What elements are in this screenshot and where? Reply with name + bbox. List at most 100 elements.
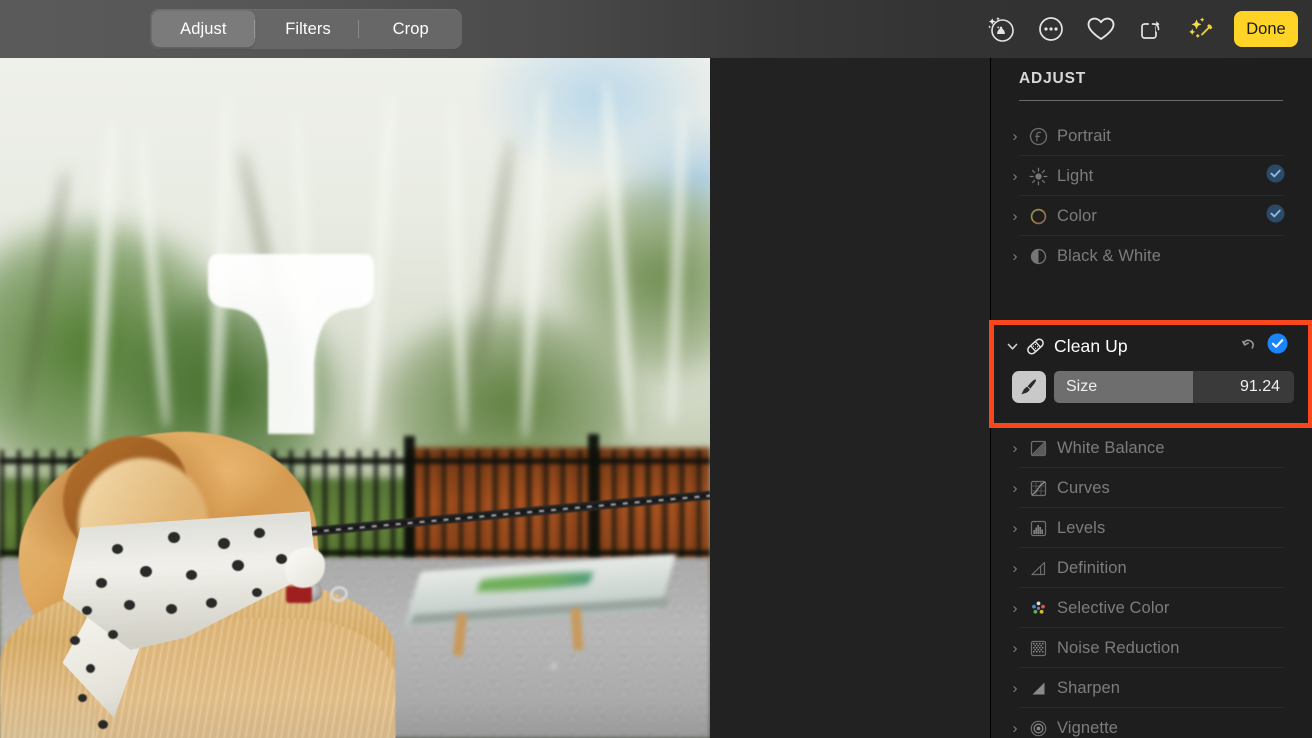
tab-crop-label: Crop <box>393 20 429 39</box>
bandana-dot <box>96 578 107 588</box>
fence-post-2 <box>404 436 415 568</box>
adjust-sidebar: ADJUST › Portrait › <box>990 58 1312 738</box>
chevron-right-icon: › <box>1005 128 1025 145</box>
photo-editor-window: Adjust Filters Crop <box>0 0 1312 738</box>
sidebar-item-label: Levels <box>1057 519 1105 538</box>
chevron-right-icon: › <box>1005 208 1025 225</box>
photo-canvas[interactable] <box>0 58 990 738</box>
chevron-right-icon: › <box>1005 520 1025 537</box>
tab-crop[interactable]: Crop <box>359 9 462 49</box>
chevron-down-icon <box>1002 340 1022 353</box>
sidebar-item-label: Vignette <box>1057 719 1118 738</box>
light-sun-icon <box>1025 165 1051 187</box>
chevron-right-icon: › <box>1005 720 1025 737</box>
paintbrush-icon[interactable] <box>1012 371 1046 403</box>
photo-image[interactable] <box>0 58 710 738</box>
bandana-dot <box>206 598 217 608</box>
chevron-right-icon: › <box>1005 440 1025 457</box>
chevron-right-icon: › <box>1005 640 1025 657</box>
bandana-dot <box>186 570 197 580</box>
bandana-dot <box>112 544 123 554</box>
sidebar-item-label: Selective Color <box>1057 599 1169 618</box>
bandana-dot <box>108 630 118 639</box>
undo-arrow-icon[interactable] <box>1239 335 1257 358</box>
sidebar-item-vignette[interactable]: › Vignette <box>991 708 1312 738</box>
sidebar-item-label: Curves <box>1057 479 1110 498</box>
applied-checkmark-icon[interactable] <box>1267 333 1288 359</box>
subject-cutout-icon[interactable] <box>976 7 1026 51</box>
clean-up-header[interactable]: Clean Up <box>994 325 1308 367</box>
sidebar-item-black-and-white[interactable]: › Black & White <box>991 236 1312 276</box>
tab-filters-label: Filters <box>285 20 331 39</box>
sidebar-item-label: Portrait <box>1057 127 1111 146</box>
sidebar-item-label: Light <box>1057 167 1093 186</box>
done-button-label: Done <box>1246 20 1285 39</box>
more-options-icon[interactable] <box>1026 7 1076 51</box>
tab-adjust[interactable]: Adjust <box>152 11 255 47</box>
photo-bottom-gradient <box>0 698 710 738</box>
bandana-dot <box>86 664 95 673</box>
chevron-right-icon: › <box>1005 680 1025 697</box>
sidebar-item-light[interactable]: › Light <box>991 156 1312 196</box>
edit-mode-segmented-control[interactable]: Adjust Filters Crop <box>150 9 462 49</box>
bandana-dot <box>82 606 92 615</box>
clean-up-actions <box>1239 333 1288 359</box>
bandana-dot <box>252 588 262 597</box>
bandage-icon <box>1022 335 1048 357</box>
levels-icon <box>1025 517 1051 539</box>
rotate-icon[interactable] <box>1126 7 1176 51</box>
sidebar-item-white-balance[interactable]: › White Balance <box>991 428 1312 468</box>
sidebar-item-selective-color[interactable]: › Selective Color <box>991 588 1312 628</box>
selective-color-icon <box>1025 597 1051 619</box>
chevron-right-icon: › <box>1005 248 1025 265</box>
color-ring-icon <box>1025 205 1051 227</box>
tab-filters[interactable]: Filters <box>257 9 360 49</box>
bandana-dot <box>168 532 180 543</box>
portrait-icon <box>1025 125 1051 147</box>
sidebar-item-label: Color <box>1057 207 1097 226</box>
chevron-right-icon: › <box>1005 480 1025 497</box>
bandana-dot <box>70 636 80 645</box>
chevron-right-icon: › <box>1005 560 1025 577</box>
sidebar-item-label: Sharpen <box>1057 679 1120 698</box>
sidebar-item-levels[interactable]: › Levels <box>991 508 1312 548</box>
bandana-dot <box>218 538 230 549</box>
sidebar-item-label: Definition <box>1057 559 1127 578</box>
bandana-dot <box>254 528 265 538</box>
sidebar-item-label: Noise Reduction <box>1057 639 1180 658</box>
sidebar-item-definition[interactable]: › Definition <box>991 548 1312 588</box>
applied-checkmark-icon <box>1266 204 1285 228</box>
bandana-dot <box>232 560 244 571</box>
clean-up-label: Clean Up <box>1054 336 1128 357</box>
editor-toolbar: Adjust Filters Crop <box>0 0 1312 58</box>
tab-adjust-label: Adjust <box>180 20 226 39</box>
sidebar-item-color[interactable]: › Color <box>991 196 1312 236</box>
vignette-icon <box>1025 717 1051 738</box>
toolbar-actions: Done <box>976 0 1298 58</box>
noise-reduction-icon <box>1025 637 1051 659</box>
sidebar-item-label: Black & White <box>1057 247 1161 266</box>
bandana-dot <box>276 554 287 564</box>
sidebar-item-noise-reduction[interactable]: › <box>991 628 1312 668</box>
black-white-icon <box>1025 245 1051 267</box>
sharpen-icon <box>1025 677 1051 699</box>
clean-up-section-highlight: Clean Up <box>989 320 1312 428</box>
chevron-right-icon: › <box>1005 600 1025 617</box>
size-slider-value: 91.24 <box>1240 378 1280 396</box>
bandana-dot <box>166 604 177 614</box>
bandana-dot <box>140 566 152 577</box>
sidebar-item-sharpen[interactable]: › Sharpen <box>991 668 1312 708</box>
auto-enhance-icon[interactable] <box>1176 7 1226 51</box>
brush-cursor-overlay <box>206 244 378 440</box>
curves-icon <box>1025 477 1051 499</box>
favorite-heart-icon[interactable] <box>1076 7 1126 51</box>
sidebar-item-curves[interactable]: › Curves <box>991 468 1312 508</box>
segment-divider-1 <box>254 20 255 38</box>
sidebar-item-portrait[interactable]: › Portrait <box>991 116 1312 156</box>
dog-collar <box>286 586 312 603</box>
size-slider-label: Size <box>1066 378 1097 396</box>
sidebar-title-divider <box>1019 100 1283 101</box>
chevron-right-icon: › <box>1005 168 1025 185</box>
size-slider[interactable]: Size 91.24 <box>1054 371 1294 403</box>
done-button[interactable]: Done <box>1234 11 1298 47</box>
